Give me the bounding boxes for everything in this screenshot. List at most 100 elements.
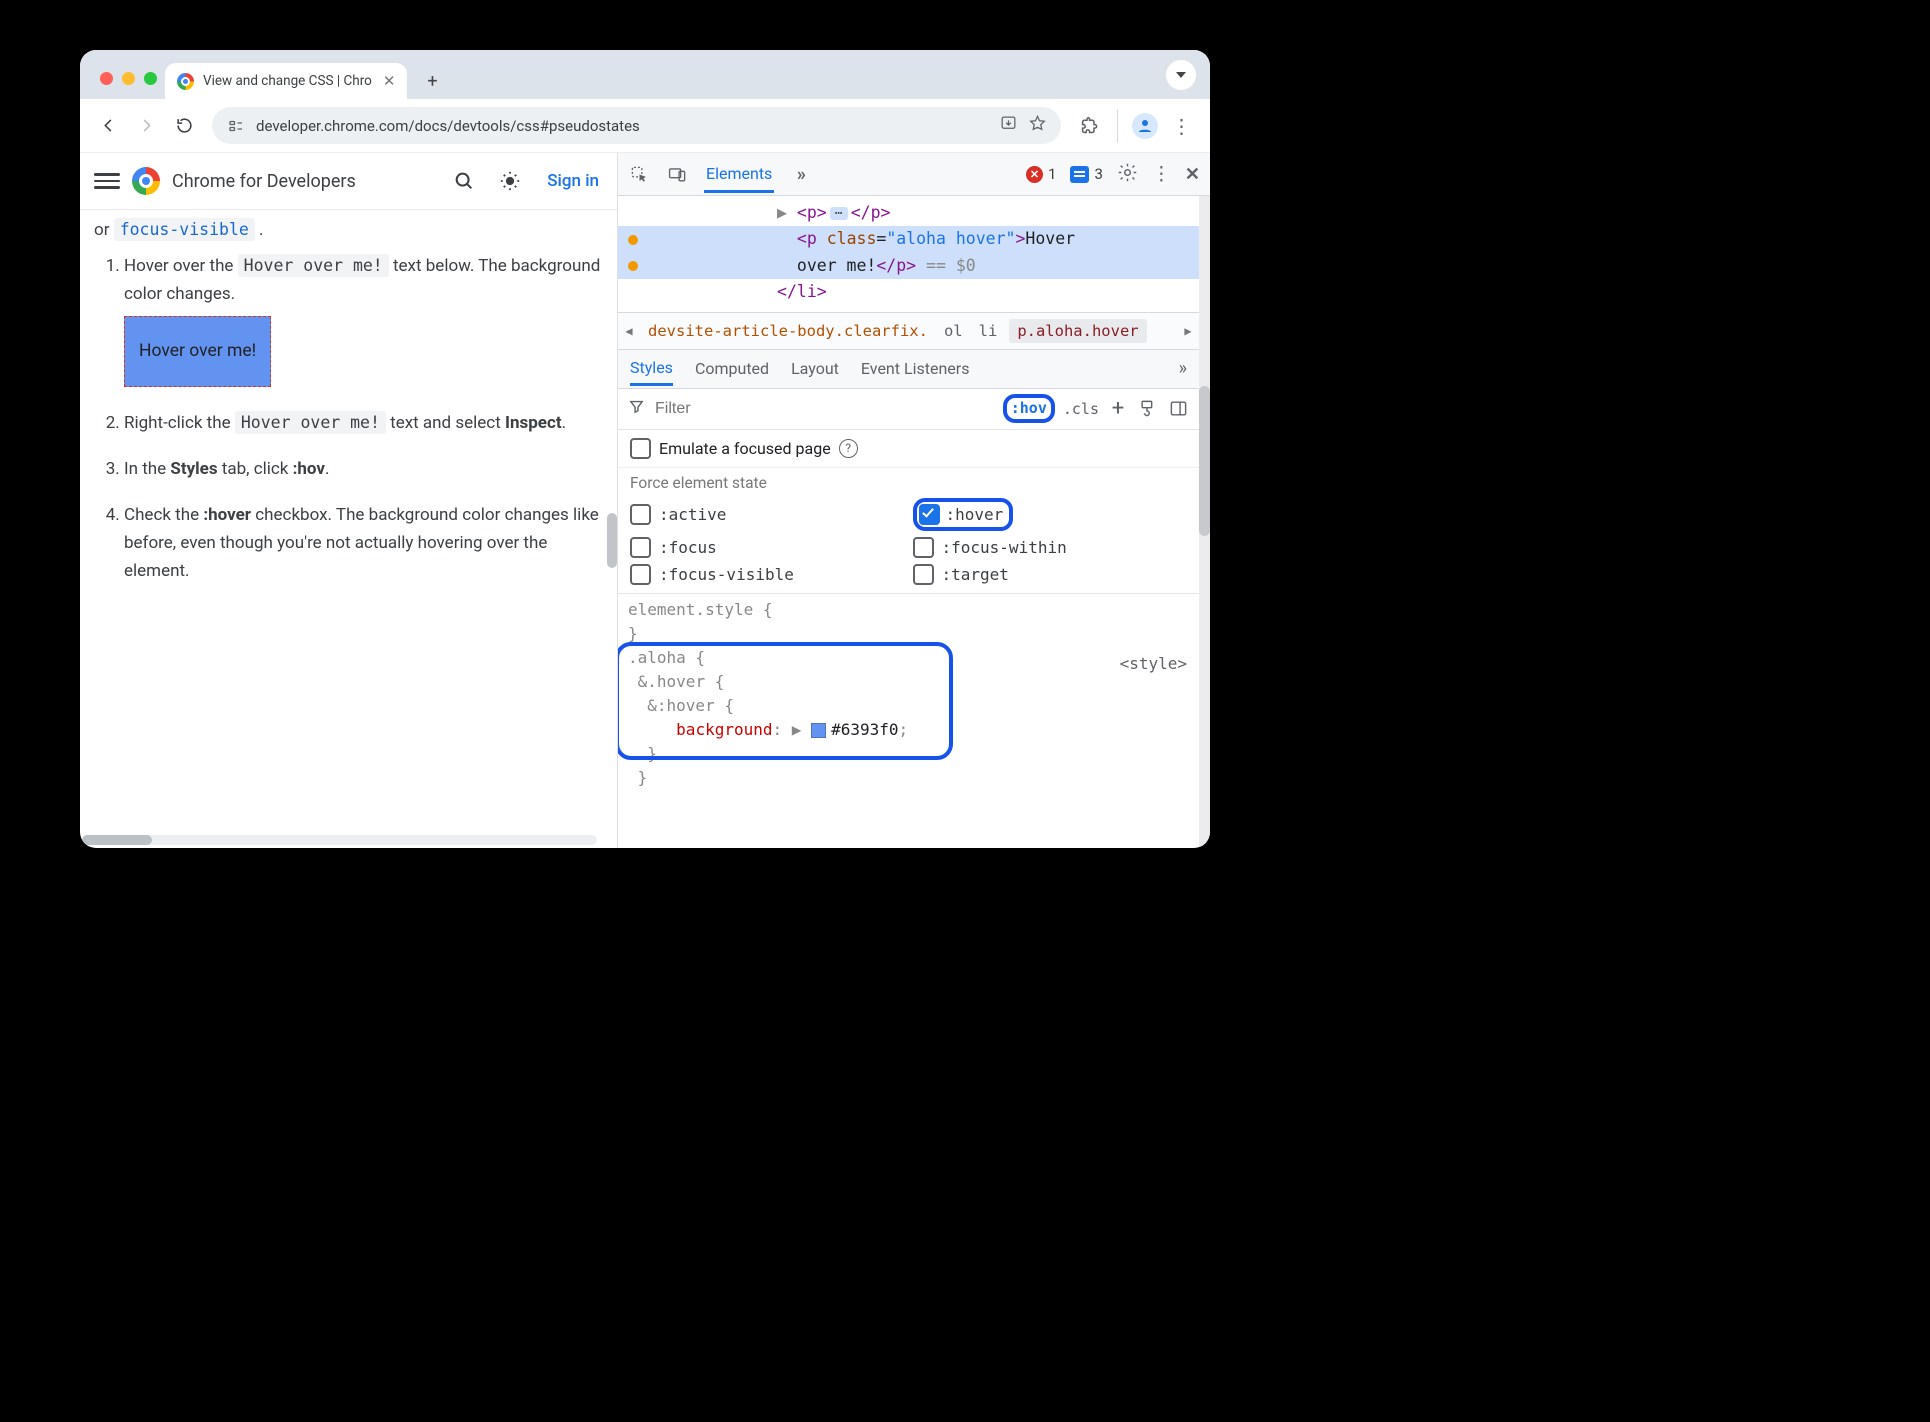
checkbox-focus-visible[interactable]: [630, 564, 651, 585]
tab-styles[interactable]: Styles: [630, 351, 673, 386]
messages-badge[interactable]: 3: [1070, 165, 1102, 183]
code-focus-visible: focus-visible: [114, 218, 255, 241]
device-toolbar-icon[interactable]: [666, 163, 688, 185]
emulate-focused-label: Emulate a focused page: [659, 439, 831, 458]
devtools-menu-button[interactable]: ⋮: [1152, 169, 1171, 179]
new-style-rule-icon[interactable]: +: [1107, 398, 1129, 420]
crumb-left-arrow-icon[interactable]: ◀: [622, 324, 636, 338]
collapsed-ellipsis-icon[interactable]: [830, 207, 848, 220]
dom-tree[interactable]: ▶ <p></p> <p class="aloha hover">Hover o…: [618, 196, 1199, 312]
step-1: Hover over the Hover over me! text below…: [124, 252, 601, 391]
window-maximize-button[interactable]: [144, 72, 157, 85]
step-2: Right-click the Hover over me! text and …: [124, 409, 601, 437]
more-tabs-icon[interactable]: »: [790, 163, 812, 185]
settings-gear-icon[interactable]: [1117, 162, 1138, 187]
step-4: Check the :hover checkbox. The backgroun…: [124, 501, 601, 585]
force-state-panel: Force element state :active :hover :focu…: [618, 468, 1199, 594]
hover-demo-box[interactable]: Hover over me!: [124, 316, 271, 387]
help-icon[interactable]: ?: [839, 439, 858, 458]
messages-icon: [1070, 166, 1089, 183]
force-state-title: Force element state: [630, 474, 1187, 492]
site-menu-button[interactable]: [94, 168, 120, 194]
checkbox-target[interactable]: [913, 564, 934, 585]
devtools-tabbar: Elements » 1 3 ⋮ ✕: [618, 153, 1210, 196]
errors-badge[interactable]: 1: [1026, 165, 1056, 183]
state-active[interactable]: :active: [630, 504, 905, 525]
state-target[interactable]: :target: [913, 564, 1188, 585]
style-source-link[interactable]: <style>: [1120, 652, 1187, 676]
code-hover-over-me: Hover over me!: [238, 254, 389, 277]
sign-in-link[interactable]: Sign in: [547, 171, 599, 191]
tab-elements[interactable]: Elements: [704, 156, 774, 193]
profile-button[interactable]: [1117, 109, 1158, 143]
crumb-item[interactable]: devsite-article-body.clearfix.: [644, 320, 932, 342]
browser-toolbar: developer.chrome.com/docs/devtools/css#p…: [80, 99, 1210, 153]
content-split: Chrome for Developers Sign in or focus-v…: [80, 153, 1210, 848]
browser-tab[interactable]: View and change CSS | Chro ✕: [165, 63, 407, 99]
crumb-right-arrow-icon[interactable]: ▶: [1181, 324, 1195, 338]
search-icon[interactable]: [447, 164, 481, 198]
checkbox-hover[interactable]: [919, 504, 940, 525]
scrollbar-thumb[interactable]: [1199, 386, 1210, 536]
crumb-item[interactable]: ol: [940, 320, 967, 342]
chrome-menu-button[interactable]: ⋮: [1164, 109, 1198, 143]
reload-button[interactable]: [168, 110, 200, 142]
state-focus-within[interactable]: :focus-within: [913, 537, 1188, 558]
filter-funnel-icon[interactable]: [628, 398, 645, 419]
checkbox-active[interactable]: [630, 504, 651, 525]
styles-filter-row: :hov .cls +: [618, 389, 1199, 430]
toggle-cls-button[interactable]: .cls: [1063, 400, 1099, 418]
code-hover-over-me-2: Hover over me!: [235, 411, 386, 434]
page-viewport: Chrome for Developers Sign in or focus-v…: [80, 153, 618, 848]
window-close-button[interactable]: [100, 72, 113, 85]
toggle-hov-button[interactable]: :hov: [1003, 394, 1055, 423]
tab-layout[interactable]: Layout: [791, 352, 839, 385]
horizontal-scrollbar[interactable]: [82, 835, 597, 845]
dom-selected-line[interactable]: <p class="aloha hover">Hover: [618, 226, 1199, 252]
state-focus-visible[interactable]: :focus-visible: [630, 564, 905, 585]
tab-strip: View and change CSS | Chro ✕ +: [80, 50, 1210, 99]
inspect-element-icon[interactable]: [628, 163, 650, 185]
tab-search-button[interactable]: [1166, 60, 1196, 90]
step-3: In the Styles tab, click :hov.: [124, 455, 601, 483]
bookmark-star-icon[interactable]: [1028, 114, 1047, 137]
styles-filter-input[interactable]: [653, 399, 995, 419]
window-minimize-button[interactable]: [122, 72, 135, 85]
tab-close-button[interactable]: ✕: [381, 72, 398, 90]
crumb-selected[interactable]: p.aloha.hover: [1009, 319, 1146, 343]
content-vertical-scrollbar[interactable]: [607, 513, 617, 568]
toggle-sidebar-icon[interactable]: [1167, 398, 1189, 420]
state-focus[interactable]: :focus: [630, 537, 905, 558]
address-bar[interactable]: developer.chrome.com/docs/devtools/css#p…: [212, 107, 1061, 144]
new-tab-button[interactable]: +: [417, 66, 447, 96]
tab-computed[interactable]: Computed: [695, 352, 769, 385]
crumb-item[interactable]: li: [975, 320, 1002, 342]
nav-forward-button[interactable]: [130, 110, 162, 142]
url-text: developer.chrome.com/docs/devtools/css#p…: [256, 117, 989, 135]
nav-back-button[interactable]: [92, 110, 124, 142]
devtools-vertical-scrollbar[interactable]: [1199, 196, 1210, 848]
theme-toggle-icon[interactable]: [493, 164, 527, 198]
emulate-focused-row: Emulate a focused page ?: [618, 430, 1199, 468]
dom-breadcrumbs: ◀ devsite-article-body.clearfix. ol li p…: [618, 312, 1199, 350]
article-body: or focus-visible . Hover over the Hover …: [80, 210, 617, 848]
highlighted-rule-outline: [618, 642, 953, 760]
css-rules-panel[interactable]: element.style { } <style> .aloha { &.hov…: [618, 594, 1199, 798]
computed-styles-icon[interactable]: [1137, 398, 1159, 420]
extensions-icon[interactable]: [1073, 109, 1107, 143]
state-hover[interactable]: :hover: [913, 498, 1188, 531]
emulate-focused-checkbox[interactable]: [630, 438, 651, 459]
devtools-close-button[interactable]: ✕: [1185, 164, 1200, 185]
checkbox-focus[interactable]: [630, 537, 651, 558]
intro-tail: or focus-visible .: [94, 216, 601, 244]
checkbox-focus-within[interactable]: [913, 537, 934, 558]
devtools-panel: Elements » 1 3 ⋮ ✕ ▶ <p></p>: [618, 153, 1210, 848]
install-app-icon[interactable]: [999, 114, 1018, 137]
site-info-icon[interactable]: [226, 116, 246, 136]
dom-line[interactable]: ▶ <p></p>: [618, 200, 1199, 226]
chrome-logo-icon: [132, 167, 160, 195]
tab-event-listeners[interactable]: Event Listeners: [861, 352, 970, 385]
dom-line-close[interactable]: </li>: [618, 279, 1199, 305]
window-controls: [94, 72, 165, 99]
styles-more-tabs-icon[interactable]: »: [1179, 358, 1187, 379]
